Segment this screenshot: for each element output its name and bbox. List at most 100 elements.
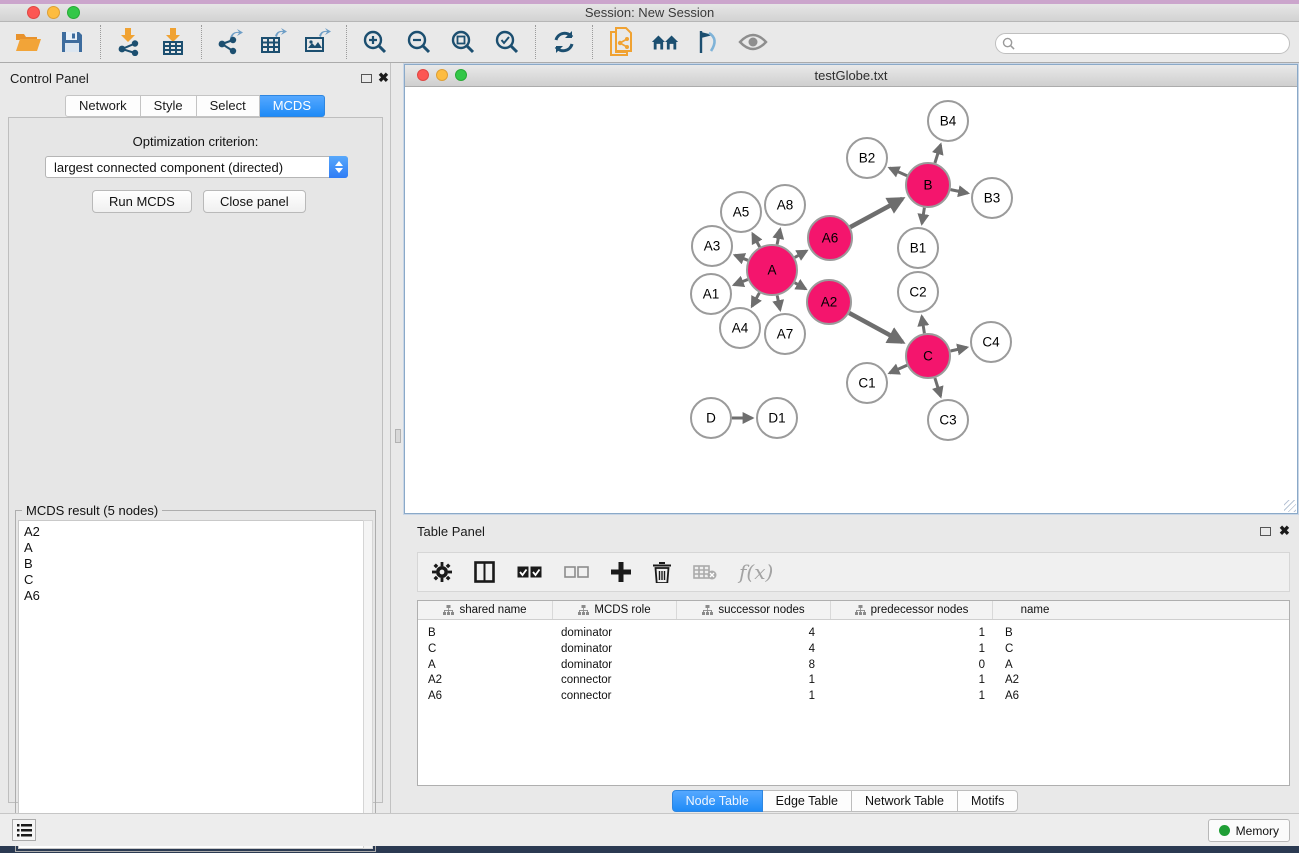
import-network-icon[interactable] — [114, 27, 144, 57]
mcds-result-list[interactable]: A2ABCA6 — [18, 520, 365, 849]
graph-node-C4[interactable]: C4 — [971, 322, 1011, 362]
table-cell[interactable]: A6 — [418, 689, 553, 705]
graph-node-A4[interactable]: A4 — [720, 308, 760, 348]
graph-node-C[interactable]: C — [906, 334, 950, 378]
table-cell[interactable]: 4 — [677, 642, 831, 658]
tab-node-table[interactable]: Node Table — [672, 790, 763, 812]
graph-node-B3[interactable]: B3 — [972, 178, 1012, 218]
mcds-result-scrollbar[interactable] — [363, 520, 373, 849]
table-settings-gear-icon[interactable] — [432, 562, 452, 582]
table-cell[interactable]: 1 — [831, 626, 993, 642]
tab-select[interactable]: Select — [197, 95, 260, 117]
graph-node-A3[interactable]: A3 — [692, 226, 732, 266]
unselect-all-columns-icon[interactable] — [564, 566, 589, 579]
graph-node-A5[interactable]: A5 — [721, 192, 761, 232]
table-cell[interactable]: dominator — [553, 642, 677, 658]
criterion-dropdown[interactable]: largest connected component (directed) — [45, 156, 348, 178]
new-session-icon[interactable] — [606, 27, 636, 57]
import-table-icon[interactable] — [158, 27, 188, 57]
table-cell[interactable]: dominator — [553, 658, 677, 674]
network-minimize-traffic-light[interactable] — [436, 69, 448, 81]
tab-motifs[interactable]: Motifs — [958, 790, 1018, 812]
graph-edge-A-A4[interactable] — [752, 293, 759, 307]
network-close-traffic-light[interactable] — [417, 69, 429, 81]
table-row[interactable]: Cdominator41C — [418, 642, 1289, 658]
table-row[interactable]: A2connector11A2 — [418, 673, 1289, 689]
search-input[interactable] — [1015, 35, 1289, 52]
graph-edge-C-C1[interactable] — [890, 365, 907, 373]
table-row[interactable]: Adominator80A — [418, 658, 1289, 674]
table-cell[interactable]: A — [418, 658, 553, 674]
graph-node-C3[interactable]: C3 — [928, 400, 968, 440]
close-icon[interactable]: ✖ — [1279, 523, 1290, 539]
tab-style[interactable]: Style — [141, 95, 197, 117]
graph-edge-A-A8[interactable] — [777, 229, 780, 244]
table-cell[interactable]: C — [418, 642, 553, 658]
export-table-icon[interactable] — [259, 27, 289, 57]
graph-edge-C-C3[interactable] — [935, 378, 941, 396]
network-zoom-traffic-light[interactable] — [455, 69, 467, 81]
graph-edge-C-C2[interactable] — [922, 317, 925, 334]
graph-node-C1[interactable]: C1 — [847, 363, 887, 403]
table-cell[interactable]: 0 — [831, 658, 993, 674]
close-panel-button[interactable]: Close panel — [203, 190, 306, 213]
birdseye-icon[interactable] — [738, 27, 768, 57]
graph-node-B1[interactable]: B1 — [898, 228, 938, 268]
graph-edge-B-B4[interactable] — [935, 145, 941, 163]
minimize-traffic-light[interactable] — [47, 6, 60, 19]
graph-node-B4[interactable]: B4 — [928, 101, 968, 141]
table-cell[interactable]: B — [418, 626, 553, 642]
graph-edge-A2-C[interactable] — [849, 313, 902, 342]
network-window-titlebar[interactable]: testGlobe.txt — [405, 65, 1297, 87]
memory-button[interactable]: Memory — [1208, 819, 1290, 842]
mcds-result-item[interactable]: A2 — [24, 524, 364, 540]
graph-node-A2[interactable]: A2 — [807, 280, 851, 324]
tab-network[interactable]: Network — [65, 95, 141, 117]
network-canvas[interactable]: B4B2BB3B1A5A8A6A3AA1A2C2A4A7C4CC1C3DD1 — [405, 87, 1297, 513]
graph-edge-B-B3[interactable] — [951, 190, 968, 194]
table-cell[interactable]: 1 — [831, 673, 993, 689]
export-network-icon[interactable] — [215, 27, 245, 57]
open-file-icon[interactable] — [13, 27, 43, 57]
table-cell[interactable]: dominator — [553, 626, 677, 642]
float-window-icon[interactable] — [361, 74, 372, 83]
table-cell[interactable]: B — [993, 626, 1077, 642]
graph-edge-A-A6[interactable] — [795, 251, 807, 258]
graph-edge-A-A5[interactable] — [753, 234, 760, 247]
column-header-shared-name[interactable]: shared name — [418, 601, 553, 619]
column-header-predecessor-nodes[interactable]: predecessor nodes — [831, 601, 993, 619]
tab-edge-table[interactable]: Edge Table — [763, 790, 852, 812]
select-all-columns-icon[interactable] — [517, 566, 542, 579]
mcds-result-item[interactable]: C — [24, 572, 364, 588]
table-cell[interactable]: connector — [553, 689, 677, 705]
table-cell[interactable]: connector — [553, 673, 677, 689]
show-column-panel-icon[interactable] — [474, 561, 495, 583]
graph-node-D[interactable]: D — [691, 398, 731, 438]
table-cell[interactable]: 8 — [677, 658, 831, 674]
table-cell[interactable]: 4 — [677, 626, 831, 642]
graph-edge-C-C4[interactable] — [951, 347, 967, 351]
column-header-MCDS-role[interactable]: MCDS role — [553, 601, 677, 619]
table-cell[interactable]: A2 — [418, 673, 553, 689]
refresh-icon[interactable] — [549, 27, 579, 57]
graph-edge-B-B1[interactable] — [922, 208, 925, 224]
close-icon[interactable]: ✖ — [378, 70, 389, 86]
table-cell[interactable]: 1 — [677, 673, 831, 689]
column-header-name[interactable]: name — [993, 601, 1077, 619]
panel-splitter-handle[interactable] — [395, 429, 401, 443]
graph-edge-A-A1[interactable] — [734, 280, 748, 285]
table-cell[interactable]: 1 — [831, 689, 993, 705]
table-row[interactable]: A6connector11A6 — [418, 689, 1289, 705]
show-all-panels-icon[interactable] — [650, 27, 680, 57]
graph-node-C2[interactable]: C2 — [898, 272, 938, 312]
graph-edge-A6-B[interactable] — [850, 199, 902, 227]
export-image-icon[interactable] — [303, 27, 333, 57]
table-cell[interactable]: A6 — [993, 689, 1077, 705]
resize-grip-icon[interactable] — [1284, 500, 1296, 512]
graph-node-A8[interactable]: A8 — [765, 185, 805, 225]
tab-network-table[interactable]: Network Table — [852, 790, 958, 812]
close-traffic-light[interactable] — [27, 6, 40, 19]
delete-column-trash-icon[interactable] — [653, 562, 671, 583]
graph-node-A7[interactable]: A7 — [765, 314, 805, 354]
graph-node-B[interactable]: B — [906, 163, 950, 207]
